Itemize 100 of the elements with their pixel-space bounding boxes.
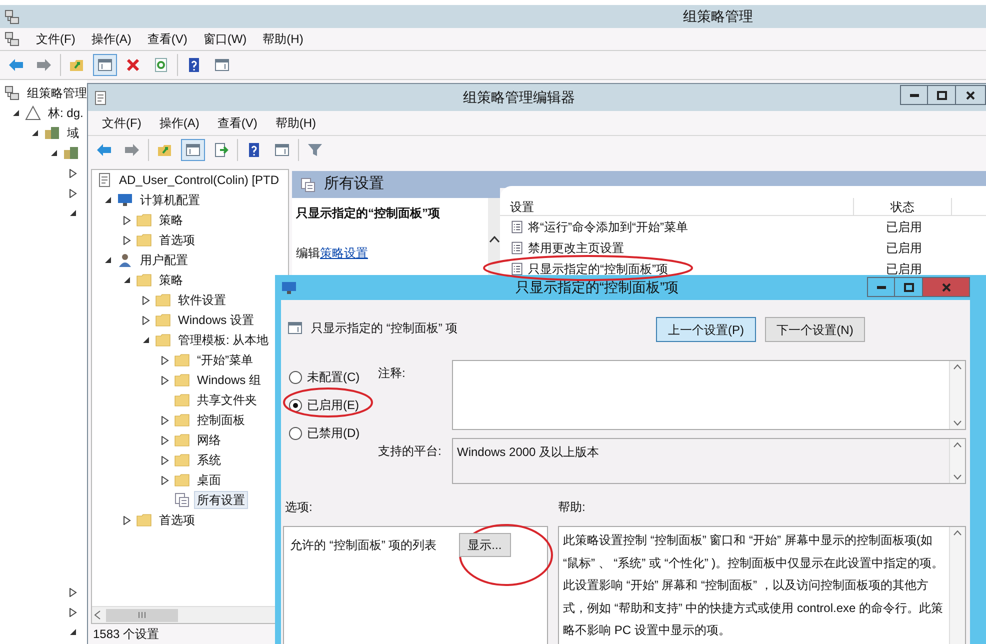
close-button[interactable] bbox=[956, 85, 986, 105]
table-cell-text: 已启用 bbox=[885, 260, 922, 278]
column-header[interactable]: 状态 bbox=[854, 198, 952, 215]
tree-item[interactable]: 计算机配置 bbox=[137, 191, 203, 209]
expanded-arrow-icon[interactable] bbox=[31, 129, 39, 137]
radio-label[interactable]: 已禁用(D) bbox=[307, 424, 360, 442]
scroll-up-icon[interactable] bbox=[488, 236, 500, 243]
help-icon bbox=[186, 57, 202, 73]
column-header[interactable]: 设置 bbox=[500, 198, 854, 215]
menu-item[interactable]: 文件(F) bbox=[102, 114, 142, 132]
nav-button[interactable]: 上一个设置(P) bbox=[656, 317, 756, 342]
scroll-thumb[interactable] bbox=[106, 608, 178, 622]
expanded-arrow-icon[interactable] bbox=[69, 209, 77, 217]
collapsed-arrow-icon[interactable] bbox=[161, 476, 169, 484]
menu-item[interactable]: 帮助(H) bbox=[275, 114, 316, 132]
menu-item[interactable]: 窗口(W) bbox=[203, 30, 247, 48]
field-label: 注释: bbox=[378, 365, 406, 382]
expanded-arrow-icon[interactable] bbox=[104, 256, 112, 264]
expanded-arrow-icon[interactable] bbox=[104, 196, 112, 204]
table-cell: 只显示指定的“控制面板”项 bbox=[528, 262, 668, 276]
collapsed-arrow-icon[interactable] bbox=[161, 356, 169, 364]
toolbar-button[interactable] bbox=[93, 54, 117, 76]
radio-button[interactable] bbox=[289, 370, 302, 384]
scroll-up-icon[interactable] bbox=[953, 364, 962, 370]
document-icon bbox=[96, 172, 112, 188]
scrollbar[interactable] bbox=[949, 527, 965, 644]
tree-item[interactable]: 网络 bbox=[194, 431, 224, 449]
collapsed-arrow-icon[interactable] bbox=[142, 296, 150, 304]
list-label: 允许的 “控制面板” 项的列表 bbox=[290, 537, 437, 554]
collapsed-arrow-icon[interactable] bbox=[161, 376, 169, 384]
tree-item[interactable]: 组策略管理 bbox=[24, 84, 87, 102]
collapsed-arrow-icon[interactable] bbox=[161, 456, 169, 464]
tree-item[interactable]: 域 bbox=[64, 124, 82, 142]
menu-item[interactable]: 帮助(H) bbox=[262, 30, 304, 48]
scroll-up-icon[interactable] bbox=[953, 442, 962, 448]
comment-field[interactable] bbox=[452, 360, 966, 430]
tree-item[interactable]: 用户配置 bbox=[137, 251, 191, 269]
collapsed-arrow-icon[interactable] bbox=[161, 436, 169, 444]
menu-item[interactable]: 操作(A) bbox=[91, 30, 132, 48]
menu-item[interactable]: 查看(V) bbox=[147, 30, 188, 48]
scroll-down-icon[interactable] bbox=[953, 474, 962, 480]
tree-item[interactable]: 共享文件夹 bbox=[194, 391, 260, 409]
collapsed-arrow-icon[interactable] bbox=[123, 516, 131, 524]
panel-icon bbox=[287, 320, 303, 336]
collapsed-arrow-icon[interactable] bbox=[69, 588, 77, 596]
expanded-arrow-icon[interactable] bbox=[142, 336, 150, 344]
tree-item[interactable]: 林: dg. bbox=[45, 104, 86, 122]
nav-button[interactable]: 下一个设置(N) bbox=[765, 317, 865, 342]
collapsed-arrow-icon[interactable] bbox=[123, 216, 131, 224]
expanded-arrow-icon[interactable] bbox=[12, 109, 20, 117]
menu-item[interactable]: 查看(V) bbox=[217, 114, 258, 132]
tree-item[interactable]: 系统 bbox=[194, 451, 224, 469]
scrollbar[interactable] bbox=[949, 361, 965, 429]
tree-item[interactable]: 软件设置 bbox=[175, 291, 229, 309]
maximize-icon bbox=[936, 90, 946, 100]
collapsed-arrow-icon[interactable] bbox=[69, 188, 77, 198]
tree-item[interactable]: “开始”菜单 bbox=[194, 351, 256, 369]
collapsed-arrow-icon[interactable] bbox=[69, 608, 77, 616]
expanded-arrow-icon[interactable] bbox=[69, 628, 77, 636]
expanded-arrow-icon[interactable] bbox=[50, 149, 58, 157]
table-cell: 禁用更改主页设置 bbox=[528, 240, 624, 254]
minimize-button[interactable] bbox=[900, 85, 928, 105]
help-text: 此策略设置控制 “控制面板” 窗口和 “开始” 屏幕中显示的控制面板项(如 “鼠标” 、 “系统” 或 “个性化” )。控制面板中仅显示在此设置中指定的项。此设置影响 “开始” 屏幕和 “控制面板” ，以及访问控制面板项的其他方式，例如 “帮助和支持” 中的快捷方式或使用 control.exe 的命令行。此策略不影响 PC 设置中显示的项。 bbox=[562, 532, 945, 639]
tree-item[interactable]: 首选项 bbox=[156, 511, 198, 529]
scroll-up-icon[interactable] bbox=[953, 530, 962, 536]
platform-text: Windows 2000 及以上版本 bbox=[456, 444, 600, 461]
tree-item[interactable]: 所有设置 bbox=[194, 491, 248, 509]
collapsed-arrow-icon[interactable] bbox=[69, 168, 77, 178]
pane-icon bbox=[97, 57, 113, 73]
tree-item[interactable]: 首选项 bbox=[156, 231, 198, 249]
maximize-button[interactable] bbox=[928, 85, 956, 105]
panel-icon bbox=[274, 142, 290, 158]
policy-settings-link[interactable]: 策略设置 bbox=[320, 246, 368, 260]
tree-item[interactable]: 策略 bbox=[156, 271, 186, 289]
tree-item[interactable]: 管理模板: 从本地 bbox=[175, 331, 272, 349]
collapsed-arrow-icon[interactable] bbox=[142, 316, 150, 324]
show-button[interactable]: 显示... bbox=[458, 533, 511, 557]
radio-button[interactable] bbox=[289, 398, 302, 412]
toolbar-button[interactable] bbox=[181, 138, 205, 160]
tree-item[interactable]: Windows 设置 bbox=[175, 311, 258, 329]
minimize-button[interactable] bbox=[867, 277, 895, 297]
radio-label[interactable]: 未配置(C) bbox=[307, 368, 360, 386]
tree-item[interactable]: 控制面板 bbox=[194, 411, 248, 429]
tree-item[interactable]: AD_User_Control(Colin) [PTD bbox=[116, 171, 282, 189]
tree-item[interactable]: Windows 组 bbox=[194, 371, 264, 389]
collapsed-arrow-icon[interactable] bbox=[161, 416, 169, 424]
policy-icon bbox=[510, 220, 524, 234]
menu-item[interactable]: 操作(A) bbox=[159, 114, 200, 132]
section-label: 选项: bbox=[284, 499, 314, 516]
radio-button[interactable] bbox=[289, 426, 302, 440]
expanded-arrow-icon[interactable] bbox=[123, 276, 131, 284]
setting-heading: 只显示指定的 “控制面板” 项 bbox=[311, 320, 458, 337]
domain-icon bbox=[44, 125, 60, 141]
menu-item[interactable]: 文件(F) bbox=[36, 30, 76, 48]
collapsed-arrow-icon[interactable] bbox=[123, 236, 131, 244]
section-label: 帮助: bbox=[558, 499, 586, 516]
scroll-down-icon[interactable] bbox=[953, 420, 962, 426]
tree-item[interactable]: 桌面 bbox=[194, 471, 224, 489]
folder-icon bbox=[174, 352, 190, 368]
tree-item[interactable]: 策略 bbox=[156, 211, 186, 229]
